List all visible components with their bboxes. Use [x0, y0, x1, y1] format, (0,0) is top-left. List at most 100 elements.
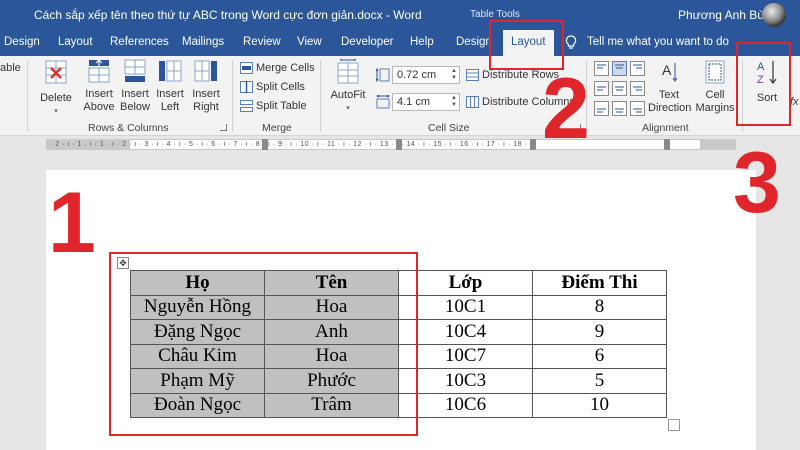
autofit-button[interactable]: AutoFit ▾ [328, 58, 368, 115]
divider [27, 60, 28, 132]
table-cell[interactable]: 10 [532, 392, 667, 418]
avatar[interactable] [762, 3, 786, 27]
title-bar: Cách sắp xếp tên theo thứ tự ABC trong W… [0, 0, 800, 30]
table-resize-handle[interactable] [668, 419, 680, 431]
split-table-button[interactable]: Split Table [240, 99, 307, 113]
user-name[interactable]: Phương Anh Bùi [678, 8, 767, 22]
horizontal-ruler[interactable]: · 2 · ı · 1 · ı · 1 · ı · 2 · ı · 3 · ı … [0, 136, 800, 153]
svg-text:A: A [662, 62, 672, 78]
merge-cells-icon [240, 62, 253, 74]
column-marker[interactable] [396, 139, 402, 150]
text-direction-button[interactable]: A Text Direction [648, 59, 691, 115]
annotation-box-sort [736, 42, 791, 126]
delete-icon [45, 60, 67, 84]
tab-developer[interactable]: Developer [341, 36, 393, 48]
tell-me-search[interactable]: Tell me what you want to do [587, 36, 729, 48]
autofit-icon [337, 58, 359, 84]
tab-help[interactable]: Help [410, 36, 434, 48]
table-cell[interactable]: 10C3 [398, 368, 533, 394]
insert-above-label-2: Above [83, 101, 115, 113]
text-direction-label-1: Text [658, 89, 680, 101]
cell-size-group-label: Cell Size [428, 122, 470, 134]
merge-cells-label: Merge Cells [256, 62, 315, 74]
insert-right-icon [194, 60, 217, 82]
cell-margins-button[interactable]: Cell Margins [694, 59, 736, 115]
table-cell[interactable]: 10C4 [398, 319, 533, 345]
tab-review[interactable]: Review [243, 36, 281, 48]
width-icon [376, 95, 390, 109]
insert-below-label-1: Insert [121, 88, 149, 100]
header-diem-thi[interactable]: Điểm Thi [532, 270, 667, 296]
annotation-number-2: 2 [542, 61, 590, 157]
ruler-marks: · 2 · ı · 1 · ı · 1 · ı · 2 · ı · 3 · ı … [50, 141, 533, 148]
insert-right-button[interactable]: Insert Right [190, 58, 222, 114]
annotation-box-selection [109, 252, 418, 436]
ruler-margin-right [700, 139, 736, 150]
height-icon [376, 68, 390, 82]
split-cells-label: Split Cells [256, 81, 305, 93]
rows-columns-group-label: Rows & Columns [88, 122, 169, 134]
delete-button[interactable]: Delete ▾ [38, 58, 74, 118]
tab-mailings[interactable]: Mailings [182, 36, 224, 48]
spin-arrows-icon[interactable]: ▲ ▼ [451, 95, 457, 109]
insert-left-label-2: Left [160, 101, 180, 113]
align-icon[interactable] [594, 61, 646, 117]
table-cell[interactable]: 5 [532, 368, 667, 394]
column-marker[interactable] [530, 139, 536, 150]
tab-design[interactable]: Design [456, 36, 492, 48]
column-marker[interactable] [664, 139, 670, 150]
rows-columns-launcher[interactable] [220, 124, 227, 131]
ribbon-tabs: Design Layout References Mailings Review… [0, 30, 800, 56]
insert-above-label-1: Insert [85, 88, 113, 100]
insert-below-icon [124, 59, 146, 82]
tab-layout[interactable]: Layout [58, 36, 93, 48]
insert-below-button[interactable]: Insert Below [118, 58, 152, 114]
spin-arrows-icon[interactable]: ▲ ▼ [451, 68, 457, 82]
alignment-group-label: Alignment [642, 122, 689, 134]
cell-margins-label-2: Margins [695, 102, 735, 114]
table-cell[interactable]: 9 [532, 319, 667, 345]
delete-label: Delete [40, 92, 72, 104]
table-cell[interactable]: 10C7 [398, 343, 533, 369]
annotation-number-3: 3 [733, 135, 781, 231]
merge-cells-button[interactable]: Merge Cells [240, 61, 315, 75]
insert-left-button[interactable]: Insert Left [154, 58, 186, 114]
table-tools-label: Table Tools [470, 9, 520, 20]
chevron-down-icon: ▾ [54, 108, 58, 115]
insert-left-icon [159, 60, 182, 82]
insert-right-label-2: Right [193, 101, 219, 113]
tab-references[interactable]: References [110, 36, 169, 48]
partial-table-label: able [0, 62, 21, 74]
split-table-label: Split Table [256, 100, 307, 112]
text-direction-icon: A [662, 62, 678, 82]
table-cell[interactable]: 6 [532, 343, 667, 369]
document-title: Cách sắp xếp tên theo thứ tự ABC trong W… [34, 8, 422, 22]
table-cell[interactable]: 8 [532, 294, 667, 320]
split-cells-button[interactable]: Split Cells [240, 80, 305, 94]
insert-above-button[interactable]: Insert Above [82, 58, 116, 114]
table-cell[interactable]: 10C6 [398, 392, 533, 418]
insert-left-label-1: Insert [156, 88, 184, 100]
split-table-icon [240, 100, 253, 112]
insert-above-icon [88, 59, 110, 83]
column-marker[interactable] [262, 139, 268, 150]
distribute-rows-icon [466, 69, 479, 81]
header-lop[interactable]: Lớp [398, 270, 533, 296]
insert-below-label-2: Below [120, 101, 150, 113]
column-width-input[interactable]: 4.1 cm ▲ ▼ [392, 93, 460, 111]
row-height-value: 0.72 cm [397, 69, 437, 81]
cell-margins-label-1: Cell [705, 89, 725, 101]
row-height-input[interactable]: 0.72 cm ▲ ▼ [392, 66, 460, 84]
tab-table-design[interactable]: Design [4, 36, 40, 48]
column-width-value: 4.1 cm [397, 96, 431, 108]
insert-right-label-1: Insert [192, 88, 220, 100]
autofit-label: AutoFit [330, 89, 366, 101]
tab-view[interactable]: View [297, 36, 322, 48]
formula-label[interactable]: fx [790, 96, 799, 109]
table-cell[interactable]: 10C1 [398, 294, 533, 320]
merge-group-label: Merge [262, 122, 292, 134]
divider [232, 60, 233, 132]
distribute-columns-icon [466, 96, 479, 108]
chevron-down-icon: ▾ [346, 105, 350, 112]
divider [320, 60, 321, 132]
